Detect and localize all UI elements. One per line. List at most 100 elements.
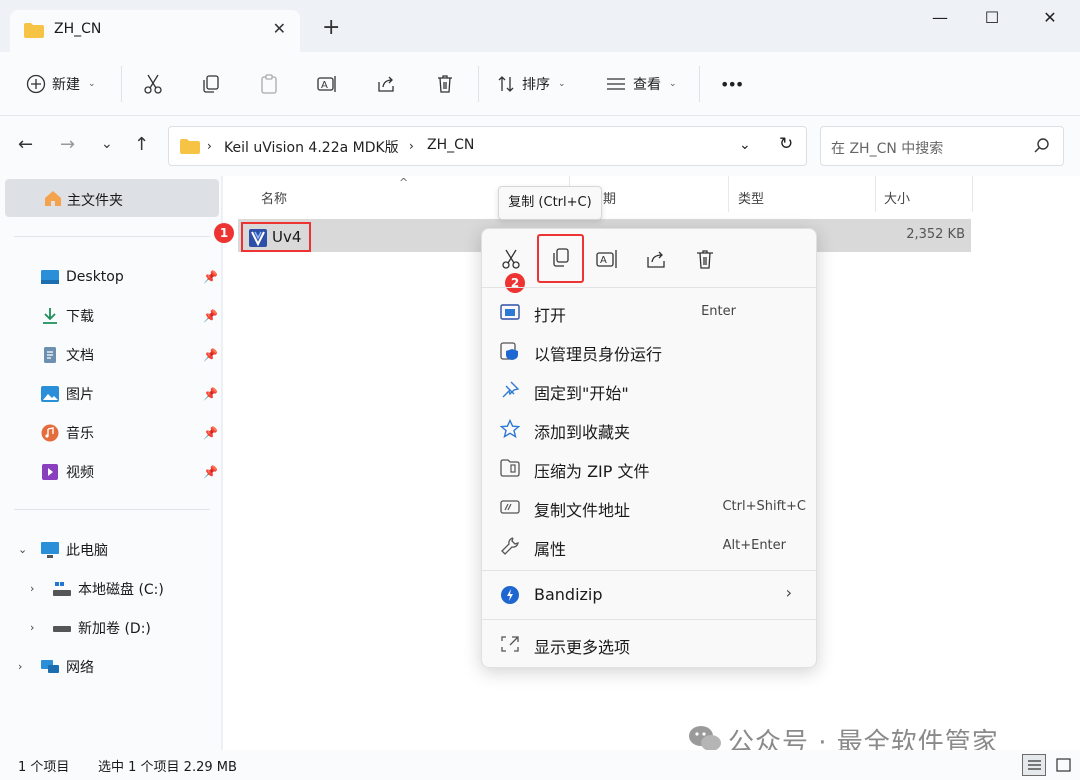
shield-icon xyxy=(500,342,518,360)
menu-item-copy-path[interactable]: 复制文件地址 Ctrl+Shift+C xyxy=(496,489,806,525)
sidebar-item-desktop[interactable]: Desktop xyxy=(40,262,124,292)
cut-icon[interactable] xyxy=(499,247,523,271)
file-item-uv4[interactable]: Uv4 xyxy=(241,222,311,252)
star-icon xyxy=(500,419,520,439)
pin-icon xyxy=(502,381,520,398)
tiles-view-button[interactable] xyxy=(1052,754,1076,776)
drive-icon xyxy=(53,626,71,632)
plus-circle-icon xyxy=(26,74,46,94)
navigation-pane: 主文件夹 Desktop 📌 下载 📌 文档 📌 图片 📌 音乐 📌 视频 📌 … xyxy=(0,176,222,750)
expand-chevron-icon[interactable]: › xyxy=(18,660,22,673)
column-size[interactable]: 大小 xyxy=(884,188,910,207)
sidebar-item-drive-c[interactable]: 本地磁盘 (C:) xyxy=(52,574,164,604)
sidebar-item-this-pc[interactable]: 此电脑 xyxy=(40,535,108,565)
search-box[interactable]: 在 ZH_CN 中搜索 xyxy=(820,126,1064,166)
share-icon[interactable] xyxy=(375,70,397,98)
toolbar-divider xyxy=(478,66,479,102)
expand-chevron-icon[interactable]: › xyxy=(30,621,34,634)
expand-chevron-icon[interactable]: › xyxy=(30,582,34,595)
new-tab-plus-icon[interactable]: + xyxy=(322,17,340,39)
menu-item-label: 打开 xyxy=(534,306,567,325)
sidebar-item-documents[interactable]: 文档 xyxy=(40,340,94,370)
folder-icon xyxy=(180,139,200,154)
sidebar-item-network[interactable]: 网络 xyxy=(40,652,94,682)
view-icon xyxy=(607,78,625,90)
view-button[interactable]: 查看 ⌄ xyxy=(605,70,677,98)
sidebar-item-home[interactable]: 主文件夹 xyxy=(5,179,219,217)
menu-item-label: 固定到"开始" xyxy=(534,384,629,403)
column-name[interactable]: 名称 xyxy=(261,188,287,207)
column-date[interactable]: 期 xyxy=(603,188,616,207)
sidebar-item-label: 下载 xyxy=(66,309,94,325)
cut-icon[interactable] xyxy=(142,70,164,98)
copy-button[interactable] xyxy=(537,234,584,283)
column-divider xyxy=(875,176,876,212)
breadcrumb-zh-cn[interactable]: ZH_CN xyxy=(427,137,474,153)
search-placeholder: 在 ZH_CN 中搜索 xyxy=(831,141,944,157)
sidebar-item-downloads[interactable]: 下载 xyxy=(40,301,94,331)
column-divider xyxy=(972,176,973,212)
menu-item-compress-zip[interactable]: 压缩为 ZIP 文件 xyxy=(496,450,806,486)
menu-item-show-more-options[interactable]: 显示更多选项 xyxy=(496,626,806,662)
submenu-chevron-icon: › xyxy=(785,583,792,602)
rename-icon[interactable]: A xyxy=(316,70,338,98)
sidebar-item-drive-d[interactable]: 新加卷 (D:) xyxy=(52,613,151,643)
back-arrow-icon[interactable]: ← xyxy=(18,134,33,155)
menu-item-add-favorites[interactable]: 添加到收藏夹 xyxy=(496,411,806,447)
pin-icon[interactable]: 📌 xyxy=(203,348,218,362)
menu-item-pin-to-start[interactable]: 固定到"开始" xyxy=(496,372,806,408)
sidebar-item-music[interactable]: 音乐 xyxy=(40,418,94,448)
expand-chevron-icon[interactable]: ⌄ xyxy=(18,543,27,556)
menu-divider xyxy=(482,570,816,571)
menu-item-shortcut: Enter xyxy=(701,304,736,319)
pin-icon[interactable]: 📌 xyxy=(203,387,218,401)
up-arrow-icon[interactable]: ↑ xyxy=(134,134,149,155)
copy-tooltip: 复制 (Ctrl+C) xyxy=(498,186,602,220)
menu-item-properties[interactable]: 属性 Alt+Enter xyxy=(496,528,806,564)
copy-icon[interactable] xyxy=(200,70,222,98)
command-bar: 新建 ⌄ A 排序 ⌄ 查看 ⌄ ••• xyxy=(0,52,1080,116)
bandizip-icon xyxy=(501,586,519,604)
sidebar-item-label: 图片 xyxy=(66,387,94,403)
sidebar-item-label: 文档 xyxy=(66,348,94,364)
new-button[interactable]: 新建 ⌄ xyxy=(26,70,96,98)
chevron-down-icon: ⌄ xyxy=(558,79,566,89)
share-icon[interactable] xyxy=(644,247,668,271)
recent-chevron-icon[interactable]: ⌄ xyxy=(101,136,113,152)
rename-icon[interactable]: A xyxy=(595,247,619,271)
tab-zh-cn[interactable]: ZH_CN ✕ xyxy=(10,10,300,52)
maximize-icon[interactable]: ☐ xyxy=(977,8,1007,27)
breadcrumb-keil[interactable]: Keil uVision 4.22a MDK版 xyxy=(224,137,399,157)
pin-icon[interactable]: 📌 xyxy=(203,465,218,479)
sidebar-item-videos[interactable]: 视频 xyxy=(40,457,94,487)
forward-arrow-icon[interactable]: → xyxy=(60,134,75,155)
menu-item-shortcut: Ctrl+Shift+C xyxy=(722,499,806,514)
pin-icon[interactable]: 📌 xyxy=(203,426,218,440)
details-view-button[interactable] xyxy=(1022,754,1046,776)
sort-button[interactable]: 排序 ⌄ xyxy=(496,70,566,98)
pin-icon[interactable]: 📌 xyxy=(203,309,218,323)
menu-item-run-as-admin[interactable]: 以管理员身份运行 xyxy=(496,333,806,369)
column-type[interactable]: 类型 xyxy=(738,188,764,207)
delete-icon[interactable] xyxy=(434,70,456,98)
minimize-icon[interactable]: — xyxy=(925,8,955,27)
desktop-icon xyxy=(41,270,59,284)
sidebar-item-pictures[interactable]: 图片 xyxy=(40,379,94,409)
file-size: 2,352 KB xyxy=(906,227,965,242)
tab-close-icon[interactable]: ✕ xyxy=(273,19,286,38)
expand-icon xyxy=(501,636,519,652)
window-close-icon[interactable]: ✕ xyxy=(1035,8,1065,27)
more-options-button[interactable]: ••• xyxy=(720,70,744,98)
pin-icon[interactable]: 📌 xyxy=(203,270,218,284)
delete-icon[interactable] xyxy=(693,247,717,271)
paste-icon[interactable] xyxy=(258,70,280,98)
folder-icon xyxy=(24,23,44,38)
menu-item-open[interactable]: 打开 Enter xyxy=(496,294,806,330)
zip-folder-icon xyxy=(500,459,520,477)
address-bar[interactable]: › Keil uVision 4.22a MDK版 › ZH_CN ⌄ ↻ xyxy=(168,126,807,166)
menu-item-bandizip[interactable]: Bandizip › xyxy=(496,577,806,613)
view-label: 查看 xyxy=(633,77,661,93)
column-divider xyxy=(728,176,729,212)
address-dropdown-icon[interactable]: ⌄ xyxy=(739,137,751,153)
refresh-icon[interactable]: ↻ xyxy=(779,134,793,154)
